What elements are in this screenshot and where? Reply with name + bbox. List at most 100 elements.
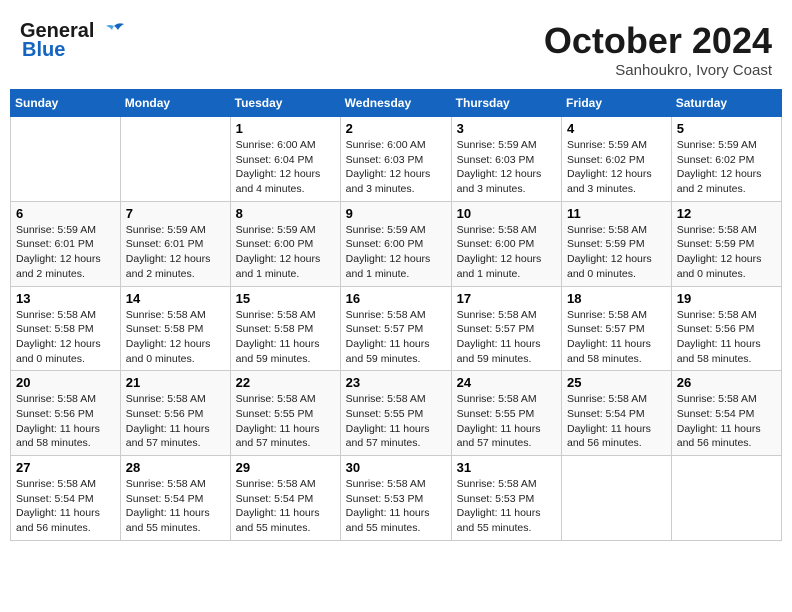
table-row: 26 Sunrise: 5:58 AM Sunset: 5:54 PM Dayl… xyxy=(671,371,781,456)
sunset-text: Sunset: 5:53 PM xyxy=(346,492,446,507)
sunrise-text: Sunrise: 5:58 AM xyxy=(457,223,556,238)
day-number: 9 xyxy=(346,206,446,221)
day-number: 15 xyxy=(236,291,335,306)
sunrise-text: Sunrise: 5:58 AM xyxy=(346,477,446,492)
day-number: 8 xyxy=(236,206,335,221)
day-number: 4 xyxy=(567,121,666,136)
sunrise-text: Sunrise: 6:00 AM xyxy=(346,138,446,153)
daylight-text: Daylight: 12 hours and 3 minutes. xyxy=(346,167,446,196)
col-thursday: Thursday xyxy=(451,90,561,117)
daylight-text: Daylight: 11 hours and 56 minutes. xyxy=(16,506,115,535)
day-number: 16 xyxy=(346,291,446,306)
table-row: 25 Sunrise: 5:58 AM Sunset: 5:54 PM Dayl… xyxy=(562,371,672,456)
daylight-text: Daylight: 11 hours and 59 minutes. xyxy=(457,337,556,366)
day-detail: Sunrise: 5:58 AM Sunset: 5:58 PM Dayligh… xyxy=(126,308,225,367)
day-number: 6 xyxy=(16,206,115,221)
calendar-row: 1 Sunrise: 6:00 AM Sunset: 6:04 PM Dayli… xyxy=(11,117,782,202)
day-number: 7 xyxy=(126,206,225,221)
sunrise-text: Sunrise: 5:59 AM xyxy=(457,138,556,153)
sunrise-text: Sunrise: 5:59 AM xyxy=(346,223,446,238)
table-row: 5 Sunrise: 5:59 AM Sunset: 6:02 PM Dayli… xyxy=(671,117,781,202)
sunset-text: Sunset: 6:02 PM xyxy=(677,153,776,168)
table-row: 18 Sunrise: 5:58 AM Sunset: 5:57 PM Dayl… xyxy=(562,286,672,371)
logo-blue-text: Blue xyxy=(22,39,65,62)
day-detail: Sunrise: 5:58 AM Sunset: 5:53 PM Dayligh… xyxy=(457,477,556,536)
col-wednesday: Wednesday xyxy=(340,90,451,117)
page-header: General Blue October 2024 Sanhoukro, Ivo… xyxy=(10,10,782,84)
daylight-text: Daylight: 11 hours and 59 minutes. xyxy=(346,337,446,366)
sunset-text: Sunset: 5:57 PM xyxy=(457,322,556,337)
sunset-text: Sunset: 5:56 PM xyxy=(16,407,115,422)
sunset-text: Sunset: 5:55 PM xyxy=(236,407,335,422)
col-saturday: Saturday xyxy=(671,90,781,117)
daylight-text: Daylight: 11 hours and 59 minutes. xyxy=(236,337,335,366)
day-detail: Sunrise: 5:59 AM Sunset: 6:01 PM Dayligh… xyxy=(126,223,225,282)
daylight-text: Daylight: 11 hours and 57 minutes. xyxy=(346,422,446,451)
calendar-table: Sunday Monday Tuesday Wednesday Thursday… xyxy=(10,89,782,541)
day-detail: Sunrise: 5:59 AM Sunset: 6:01 PM Dayligh… xyxy=(16,223,115,282)
table-row: 31 Sunrise: 5:58 AM Sunset: 5:53 PM Dayl… xyxy=(451,456,561,541)
sunrise-text: Sunrise: 5:58 AM xyxy=(457,477,556,492)
daylight-text: Daylight: 11 hours and 57 minutes. xyxy=(126,422,225,451)
sunset-text: Sunset: 5:54 PM xyxy=(677,407,776,422)
logo: General Blue xyxy=(20,20,128,62)
daylight-text: Daylight: 12 hours and 1 minute. xyxy=(236,252,335,281)
day-number: 30 xyxy=(346,460,446,475)
table-row: 24 Sunrise: 5:58 AM Sunset: 5:55 PM Dayl… xyxy=(451,371,561,456)
table-row: 19 Sunrise: 5:58 AM Sunset: 5:56 PM Dayl… xyxy=(671,286,781,371)
day-number: 22 xyxy=(236,375,335,390)
daylight-text: Daylight: 12 hours and 3 minutes. xyxy=(457,167,556,196)
sunrise-text: Sunrise: 5:59 AM xyxy=(236,223,335,238)
table-row: 17 Sunrise: 5:58 AM Sunset: 5:57 PM Dayl… xyxy=(451,286,561,371)
sunset-text: Sunset: 5:59 PM xyxy=(567,237,666,252)
daylight-text: Daylight: 12 hours and 3 minutes. xyxy=(567,167,666,196)
sunset-text: Sunset: 5:58 PM xyxy=(236,322,335,337)
table-row: 13 Sunrise: 5:58 AM Sunset: 5:58 PM Dayl… xyxy=(11,286,121,371)
title-block: October 2024 Sanhoukro, Ivory Coast xyxy=(544,20,772,79)
sunset-text: Sunset: 5:56 PM xyxy=(126,407,225,422)
sunrise-text: Sunrise: 5:59 AM xyxy=(16,223,115,238)
sunset-text: Sunset: 6:00 PM xyxy=(236,237,335,252)
table-row: 27 Sunrise: 5:58 AM Sunset: 5:54 PM Dayl… xyxy=(11,456,121,541)
location-subtitle: Sanhoukro, Ivory Coast xyxy=(544,62,772,79)
sunrise-text: Sunrise: 5:58 AM xyxy=(16,477,115,492)
day-detail: Sunrise: 5:58 AM Sunset: 5:58 PM Dayligh… xyxy=(16,308,115,367)
table-row: 15 Sunrise: 5:58 AM Sunset: 5:58 PM Dayl… xyxy=(230,286,340,371)
sunset-text: Sunset: 5:56 PM xyxy=(677,322,776,337)
daylight-text: Daylight: 11 hours and 57 minutes. xyxy=(457,422,556,451)
table-row: 10 Sunrise: 5:58 AM Sunset: 6:00 PM Dayl… xyxy=(451,201,561,286)
table-row xyxy=(11,117,121,202)
daylight-text: Daylight: 11 hours and 55 minutes. xyxy=(126,506,225,535)
table-row: 4 Sunrise: 5:59 AM Sunset: 6:02 PM Dayli… xyxy=(562,117,672,202)
day-number: 3 xyxy=(457,121,556,136)
logo-bird-icon xyxy=(100,22,128,42)
sunrise-text: Sunrise: 5:58 AM xyxy=(457,392,556,407)
day-detail: Sunrise: 5:58 AM Sunset: 5:58 PM Dayligh… xyxy=(236,308,335,367)
sunset-text: Sunset: 6:00 PM xyxy=(346,237,446,252)
table-row: 2 Sunrise: 6:00 AM Sunset: 6:03 PM Dayli… xyxy=(340,117,451,202)
day-number: 12 xyxy=(677,206,776,221)
sunrise-text: Sunrise: 5:59 AM xyxy=(126,223,225,238)
sunset-text: Sunset: 6:02 PM xyxy=(567,153,666,168)
day-detail: Sunrise: 5:58 AM Sunset: 5:54 PM Dayligh… xyxy=(16,477,115,536)
day-number: 14 xyxy=(126,291,225,306)
sunset-text: Sunset: 5:54 PM xyxy=(236,492,335,507)
calendar-row: 20 Sunrise: 5:58 AM Sunset: 5:56 PM Dayl… xyxy=(11,371,782,456)
sunset-text: Sunset: 5:54 PM xyxy=(126,492,225,507)
daylight-text: Daylight: 11 hours and 58 minutes. xyxy=(16,422,115,451)
day-detail: Sunrise: 5:58 AM Sunset: 5:59 PM Dayligh… xyxy=(567,223,666,282)
table-row: 23 Sunrise: 5:58 AM Sunset: 5:55 PM Dayl… xyxy=(340,371,451,456)
sunrise-text: Sunrise: 5:58 AM xyxy=(236,392,335,407)
table-row: 29 Sunrise: 5:58 AM Sunset: 5:54 PM Dayl… xyxy=(230,456,340,541)
day-detail: Sunrise: 5:58 AM Sunset: 5:57 PM Dayligh… xyxy=(346,308,446,367)
table-row: 21 Sunrise: 5:58 AM Sunset: 5:56 PM Dayl… xyxy=(120,371,230,456)
table-row xyxy=(120,117,230,202)
sunrise-text: Sunrise: 5:58 AM xyxy=(677,392,776,407)
table-row: 9 Sunrise: 5:59 AM Sunset: 6:00 PM Dayli… xyxy=(340,201,451,286)
col-tuesday: Tuesday xyxy=(230,90,340,117)
sunset-text: Sunset: 5:58 PM xyxy=(16,322,115,337)
day-number: 24 xyxy=(457,375,556,390)
table-row: 20 Sunrise: 5:58 AM Sunset: 5:56 PM Dayl… xyxy=(11,371,121,456)
day-number: 13 xyxy=(16,291,115,306)
sunrise-text: Sunrise: 5:58 AM xyxy=(457,308,556,323)
